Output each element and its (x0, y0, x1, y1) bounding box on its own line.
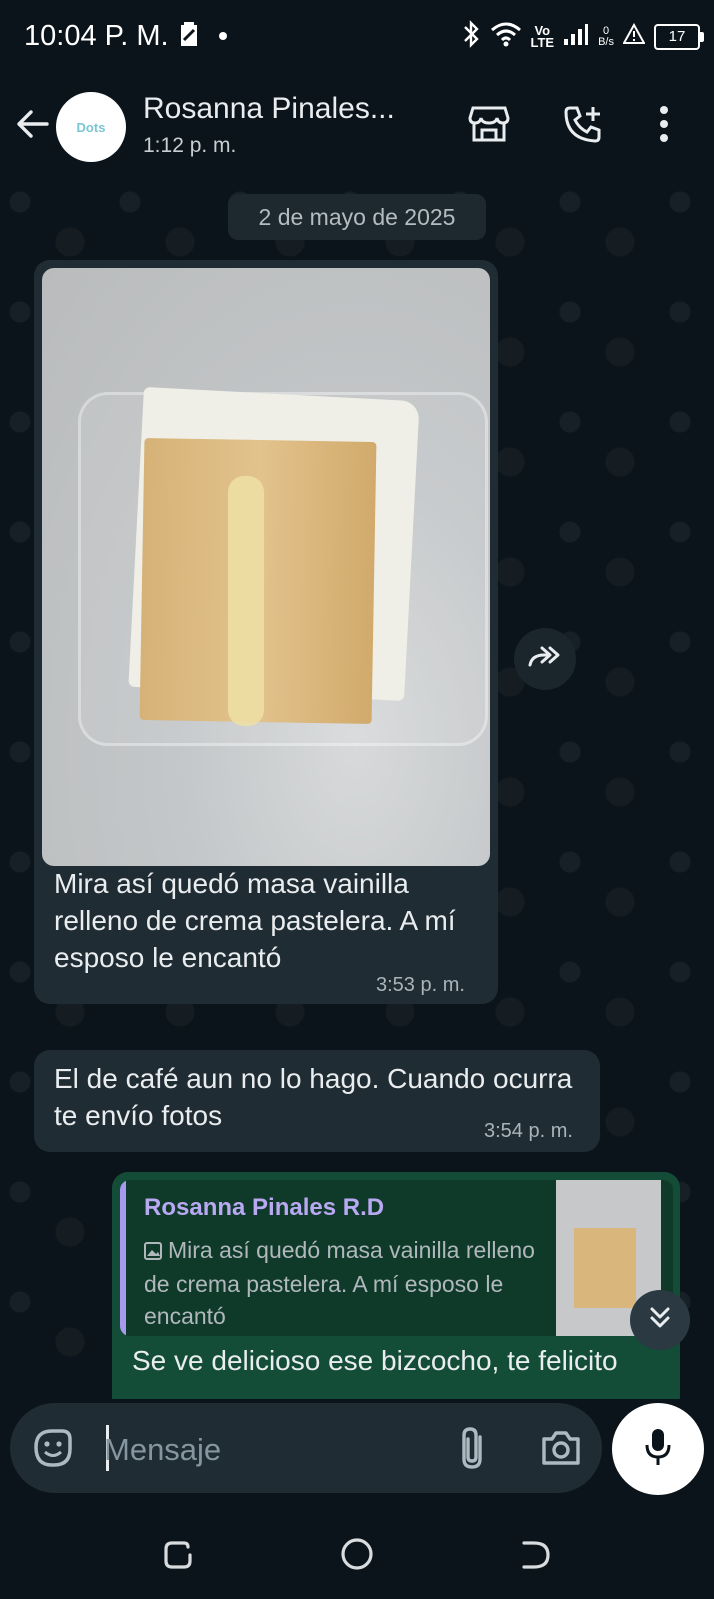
photo-cream-filling (228, 476, 264, 726)
avatar-logo-text: Dots (76, 119, 106, 135)
store-icon[interactable] (468, 104, 510, 149)
notification-dot-icon (218, 28, 228, 46)
message-composer (0, 1399, 714, 1509)
message-input[interactable] (102, 1429, 426, 1471)
network-type: Vo LTE (530, 22, 555, 50)
double-chevron-down-icon (647, 1305, 673, 1336)
system-navigation-bar (0, 1509, 714, 1599)
microphone-icon (643, 1427, 673, 1472)
battery-icon: 17 (654, 23, 704, 50)
quoted-message[interactable]: Rosanna Pinales R.D Mira así quedó masa … (120, 1180, 673, 1336)
back-arrow-icon[interactable] (14, 106, 50, 147)
voice-message-button[interactable] (612, 1403, 704, 1495)
quote-author: Rosanna Pinales R.D (144, 1194, 385, 1221)
cake-photo[interactable] (42, 268, 490, 866)
home-icon[interactable] (340, 1537, 374, 1576)
chat-area[interactable]: 2 de mayo de 2025 Mira así quedó masa va… (0, 182, 714, 1399)
recent-apps-icon[interactable] (162, 1539, 194, 1576)
contact-name[interactable]: Rosanna Pinales... (143, 92, 395, 126)
date-chip: 2 de mayo de 2025 (228, 194, 486, 240)
message-time: 3:53 p. m. (376, 974, 465, 996)
image-icon (144, 1236, 162, 1268)
forward-icon (526, 645, 564, 674)
message-text: Mira así quedó masa vainilla relleno de … (54, 868, 456, 973)
message-text: Se ve delicioso ese bizcocho, te felicit… (132, 1345, 618, 1376)
sticker-icon[interactable] (32, 1427, 74, 1474)
network-speed: 0 B/s (598, 24, 614, 48)
message-input-container[interactable] (10, 1403, 602, 1493)
add-call-icon[interactable] (562, 104, 604, 151)
contact-last-seen: 1:12 p. m. (143, 134, 237, 157)
camera-icon[interactable] (540, 1429, 582, 1472)
quote-accent-bar (120, 1180, 126, 1336)
scroll-down-button[interactable] (630, 1290, 690, 1350)
avatar[interactable]: Dots (56, 92, 126, 162)
message-time: 3:54 p. m. (484, 1120, 573, 1142)
battery-saver-icon (178, 20, 200, 53)
back-nav-icon[interactable] (520, 1539, 552, 1576)
bluetooth-icon (461, 20, 481, 53)
forward-button[interactable] (514, 628, 576, 690)
signal-icon (563, 22, 589, 51)
attach-icon[interactable] (458, 1425, 486, 1476)
chat-header: Dots Rosanna Pinales... 1:12 p. m. (0, 76, 714, 182)
status-time: 10:04 P. M. (24, 20, 169, 52)
quote-text: Mira así quedó masa vainilla relleno de … (144, 1236, 535, 1329)
wifi-icon (490, 21, 522, 52)
more-options-icon[interactable] (658, 104, 670, 149)
alert-icon (622, 22, 646, 50)
status-bar: 10:04 P. M. Vo LTE 0 B/s 17 (0, 0, 714, 76)
